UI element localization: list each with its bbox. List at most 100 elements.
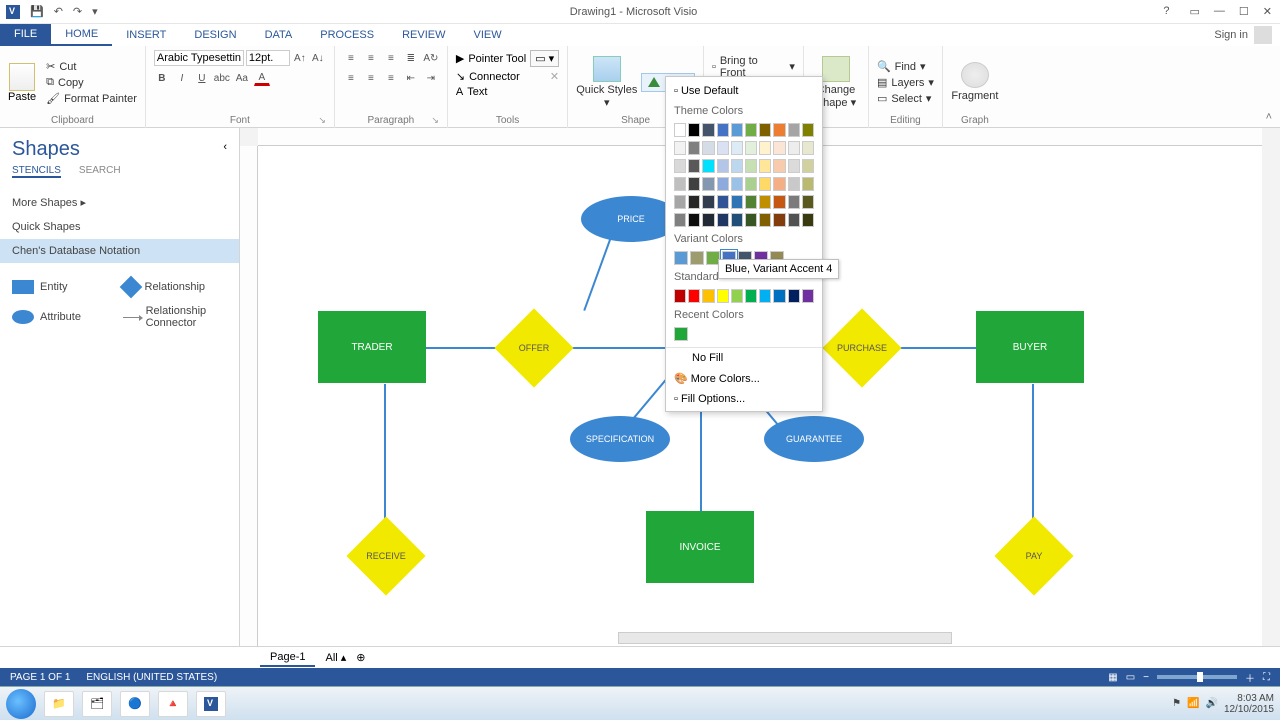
- more-shapes-row[interactable]: More Shapes ▸: [0, 190, 239, 215]
- tab-data[interactable]: DATA: [251, 25, 307, 45]
- attr-specification[interactable]: SPECIFICATION: [570, 416, 670, 462]
- page-tab-1[interactable]: Page-1: [260, 649, 315, 667]
- underline-button[interactable]: U: [194, 70, 210, 86]
- search-tab[interactable]: SEARCH: [79, 165, 121, 178]
- view-normal-icon[interactable]: ▦: [1108, 672, 1117, 683]
- minimize-icon[interactable]: —: [1214, 5, 1225, 18]
- redo-icon[interactable]: ↷: [73, 5, 82, 18]
- text-case-button[interactable]: Aa: [234, 70, 250, 86]
- task-explorer-icon[interactable]: 📁: [44, 691, 74, 717]
- shape-entity[interactable]: Entity: [12, 279, 117, 295]
- h-scrollbar[interactable]: [618, 632, 952, 644]
- collapse-ribbon-icon[interactable]: ˄: [1266, 111, 1272, 123]
- task-chrome-icon[interactable]: 🔵: [120, 691, 150, 717]
- shape-rel-connector[interactable]: Relationship Connector: [123, 305, 228, 329]
- zoom-out-icon[interactable]: −: [1143, 672, 1149, 683]
- align-center-icon[interactable]: ≡: [363, 70, 379, 86]
- clock-time[interactable]: 8:03 AM: [1224, 693, 1274, 704]
- ribbon-display-icon[interactable]: ▭: [1190, 5, 1200, 18]
- paste-button[interactable]: Paste: [8, 63, 36, 103]
- more-colors-button[interactable]: 🎨 More Colors...: [666, 368, 822, 389]
- find-button[interactable]: 🔍 Find ▾: [877, 60, 934, 73]
- tab-home[interactable]: HOME: [51, 24, 112, 46]
- start-button[interactable]: [6, 689, 36, 719]
- tab-review[interactable]: REVIEW: [388, 25, 459, 45]
- qa-dropdown-icon[interactable]: ▾: [92, 5, 98, 18]
- rel-pay[interactable]: PAY: [1006, 528, 1062, 584]
- align-bot-icon[interactable]: ≡: [383, 50, 399, 66]
- tray-network-icon[interactable]: 📶: [1187, 698, 1199, 709]
- rel-offer[interactable]: OFFER: [506, 320, 562, 376]
- tab-file[interactable]: FILE: [0, 24, 51, 46]
- bold-button[interactable]: B: [154, 70, 170, 86]
- entity-buyer[interactable]: BUYER: [976, 311, 1084, 383]
- rel-receive[interactable]: RECEIVE: [358, 528, 414, 584]
- connector-button[interactable]: ↘Connector✕: [456, 70, 559, 83]
- zoom-slider[interactable]: [1157, 675, 1237, 679]
- theme-row-1[interactable]: [666, 121, 822, 139]
- font-color-button[interactable]: A: [254, 70, 270, 86]
- tray-flag-icon[interactable]: ⚑: [1172, 698, 1181, 709]
- task-folder-icon[interactable]: 🗂: [82, 691, 112, 717]
- chen-notation-row[interactable]: Chen's Database Notation: [0, 239, 239, 263]
- layers-button[interactable]: ▤ Layers ▾: [877, 76, 934, 89]
- rel-purchase[interactable]: PURCHASE: [834, 320, 890, 376]
- tab-design[interactable]: DESIGN: [180, 25, 250, 45]
- indent-dec-icon[interactable]: ⇤: [403, 70, 419, 86]
- shape-relationship[interactable]: Relationship: [123, 279, 228, 295]
- bullets-icon[interactable]: ≣: [403, 50, 419, 66]
- pointer-tool-button[interactable]: ▶Pointer Tool▭ ▾: [456, 50, 559, 67]
- stencils-tab[interactable]: STENCILS: [12, 165, 61, 178]
- tab-process[interactable]: PROCESS: [306, 25, 388, 45]
- format-painter-button[interactable]: 🖌 Format Painter: [46, 92, 137, 105]
- entity-trader[interactable]: TRADER: [318, 311, 426, 383]
- entity-invoice[interactable]: INVOICE: [646, 511, 754, 583]
- user-avatar-icon[interactable]: [1254, 26, 1272, 44]
- indent-inc-icon[interactable]: ⇥: [423, 70, 439, 86]
- standard-row[interactable]: [666, 287, 822, 305]
- attr-guarantee[interactable]: GUARANTEE: [764, 416, 864, 462]
- maximize-icon[interactable]: ☐: [1239, 5, 1249, 18]
- view-presentation-icon[interactable]: ▭: [1126, 672, 1135, 683]
- tab-insert[interactable]: INSERT: [112, 25, 180, 45]
- font-size-select[interactable]: [246, 50, 290, 66]
- save-icon[interactable]: 💾: [30, 5, 44, 18]
- copy-button[interactable]: ⧉ Copy: [46, 76, 137, 89]
- align-right-icon[interactable]: ≡: [383, 70, 399, 86]
- text-tool-button[interactable]: AText: [456, 86, 488, 98]
- undo-icon[interactable]: ↶: [54, 5, 63, 18]
- add-page-button[interactable]: ⊕: [356, 651, 365, 664]
- recent-row[interactable]: [666, 325, 822, 343]
- tray-volume-icon[interactable]: 🔊: [1205, 698, 1217, 709]
- select-button[interactable]: ▭ Select ▾: [877, 92, 934, 105]
- align-top-icon[interactable]: ≡: [343, 50, 359, 66]
- fill-use-default[interactable]: ▫ Use Default: [666, 81, 822, 101]
- fragment-button[interactable]: Fragment: [951, 62, 999, 102]
- shape-attribute[interactable]: Attribute: [12, 305, 117, 329]
- font-grow-icon[interactable]: A↑: [292, 50, 308, 66]
- tab-view[interactable]: VIEW: [459, 25, 515, 45]
- align-left-icon[interactable]: ≡: [343, 70, 359, 86]
- text-dir-icon[interactable]: A↻: [423, 50, 439, 66]
- task-vlc-icon[interactable]: 🔺: [158, 691, 188, 717]
- quick-styles-button[interactable]: Quick Styles ▾: [576, 56, 637, 108]
- all-pages-button[interactable]: All ▴: [325, 651, 346, 664]
- fill-options-button[interactable]: ▫ Fill Options...: [666, 389, 822, 409]
- language-status[interactable]: ENGLISH (UNITED STATES): [86, 672, 217, 683]
- fit-page-icon[interactable]: ⛶: [1263, 672, 1270, 683]
- help-icon[interactable]: ?: [1163, 5, 1169, 18]
- font-family-select[interactable]: [154, 50, 244, 66]
- align-mid-icon[interactable]: ≡: [363, 50, 379, 66]
- strike-button[interactable]: abc: [214, 70, 230, 86]
- collapse-shapes-icon[interactable]: ‹: [211, 129, 239, 165]
- quick-shapes-row[interactable]: Quick Shapes: [0, 215, 239, 239]
- cut-button[interactable]: ✂ Cut: [46, 60, 137, 73]
- task-visio-icon[interactable]: [196, 691, 226, 717]
- no-fill-button[interactable]: No Fill: [666, 348, 822, 368]
- sign-in-link[interactable]: Sign in: [1214, 29, 1248, 41]
- bring-front-button[interactable]: ▫ Bring to Front ▾: [712, 55, 795, 79]
- italic-button[interactable]: I: [174, 70, 190, 86]
- font-shrink-icon[interactable]: A↓: [310, 50, 326, 66]
- zoom-in-icon[interactable]: ＋: [1245, 670, 1255, 685]
- close-icon[interactable]: ✕: [1263, 5, 1272, 18]
